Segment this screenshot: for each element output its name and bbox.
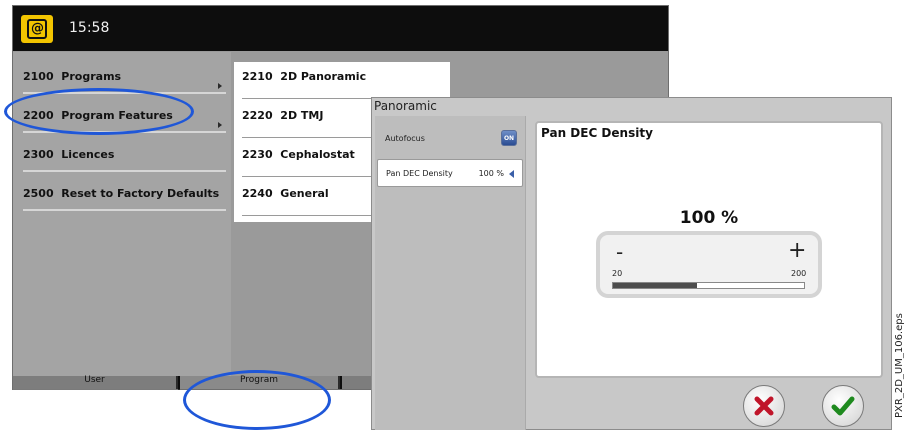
cancel-button[interactable]: [743, 385, 785, 427]
menu-item-label: 2100 Programs: [23, 70, 122, 83]
sub-item-label: 2240 General: [242, 187, 329, 200]
menu-item-label: 2500 Reset to Factory Defaults: [23, 187, 220, 200]
menu-item-reset-factory-defaults[interactable]: 2500 Reset to Factory Defaults: [13, 174, 228, 211]
toggle-switch[interactable]: ON: [501, 130, 517, 146]
tab-more[interactable]: [342, 376, 371, 389]
clock: 15:58: [69, 20, 110, 36]
chevron-right-icon: [218, 122, 222, 128]
confirm-button[interactable]: [822, 385, 864, 427]
chevron-right-icon: [218, 83, 222, 89]
setting-label: Autofocus: [385, 134, 425, 143]
plus-button[interactable]: +: [788, 238, 806, 263]
panoramic-dialog: Panoramic Autofocus ON Pan DEC Density 1…: [371, 97, 892, 430]
app-logo-icon: @: [21, 15, 53, 43]
slider-max-label: 200: [791, 269, 807, 278]
dialog-title: Panoramic: [374, 99, 437, 113]
check-icon: [831, 396, 855, 416]
menu-item-licences[interactable]: 2300 Licences: [13, 135, 228, 172]
sub-item-label: 2230 Cephalostat: [242, 148, 355, 161]
density-slider[interactable]: - + 20 200: [596, 231, 822, 298]
highlight-ellipse-program-features: [4, 88, 194, 135]
setting-autofocus[interactable]: Autofocus ON: [377, 125, 523, 153]
setting-pan-dec-density[interactable]: Pan DEC Density 100 %: [377, 159, 523, 187]
highlight-ellipse-program-tab: [183, 370, 331, 430]
slider-fill: [613, 283, 698, 288]
settings-list: Autofocus ON Pan DEC Density 100 %: [375, 116, 526, 430]
divider: [23, 170, 226, 172]
tab-user-label: User: [84, 375, 105, 385]
figure-reference: PXR_2D_UM_106.eps: [894, 313, 904, 418]
slider-track[interactable]: [612, 282, 805, 289]
setting-value: 100 %: [478, 169, 504, 178]
density-value: 100 %: [679, 208, 739, 228]
sub-item-2d-panoramic[interactable]: 2210 2D Panoramic: [234, 62, 450, 99]
slider-min-label: 20: [612, 269, 623, 278]
close-icon: [754, 396, 774, 416]
sub-item-label: 2220 2D TMJ: [242, 109, 324, 122]
top-bar: @ 15:58: [13, 6, 668, 51]
menu-item-label: 2300 Licences: [23, 148, 115, 161]
setting-label: Pan DEC Density: [386, 169, 453, 178]
detail-title: Pan DEC Density: [541, 126, 653, 140]
tab-user[interactable]: User: [13, 375, 178, 389]
arrow-left-icon: [509, 170, 514, 178]
detail-panel: Pan DEC Density 100 % - + 20 200: [535, 121, 883, 378]
divider: [23, 209, 226, 211]
minus-button[interactable]: -: [616, 240, 623, 264]
sub-item-label: 2210 2D Panoramic: [242, 70, 367, 83]
